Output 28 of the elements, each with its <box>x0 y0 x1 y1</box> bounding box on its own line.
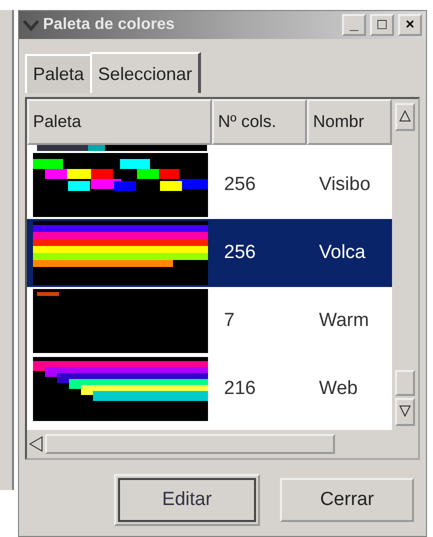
table-cell-text: 256 <box>223 242 257 264</box>
dialog-button[interactable]: Editar <box>114 474 260 526</box>
scroll-thumb[interactable] <box>395 370 415 396</box>
column-header[interactable]: Paleta <box>27 99 212 145</box>
table-cell-text: 256 <box>223 174 257 196</box>
scroll-up-button[interactable] <box>395 103 415 131</box>
dialog-button[interactable]: Cerrar <box>280 478 414 522</box>
up-arrow-icon <box>399 110 411 122</box>
table-cell-text: Volca <box>318 242 366 264</box>
tab[interactable]: Paleta <box>25 54 90 93</box>
table-cell-text: Warm <box>318 310 370 332</box>
table-cell-text: Web <box>318 378 359 400</box>
table-cell-text: Visibo <box>318 174 372 196</box>
scroll-thumb[interactable] <box>45 434 335 454</box>
tab[interactable]: Seleccionar <box>90 52 202 93</box>
scroll-down-button[interactable] <box>395 398 415 426</box>
maximize-button[interactable]: □ <box>370 14 394 36</box>
table-row[interactable]: 256 Volca <box>27 219 392 287</box>
scroll-left-icon[interactable] <box>29 436 43 452</box>
column-header[interactable]: Nombr <box>307 99 392 145</box>
chevron-icon[interactable] <box>23 19 39 31</box>
down-arrow-icon <box>399 404 411 416</box>
table-cell-text: 7 <box>223 310 236 332</box>
close-button[interactable]: × <box>398 14 422 36</box>
column-header[interactable]: Nº cols. <box>212 99 307 145</box>
table-cell-text: 216 <box>223 378 257 400</box>
minimize-button[interactable]: _ <box>342 14 366 36</box>
window-title: Paleta de colores <box>43 16 176 34</box>
